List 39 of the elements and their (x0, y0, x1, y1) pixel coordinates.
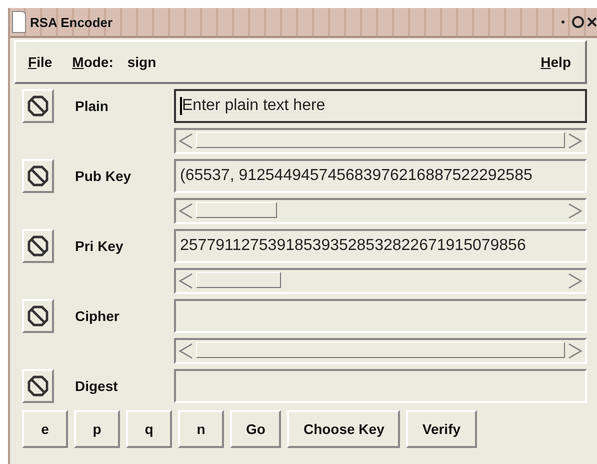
field-label: Plain (74, 98, 110, 114)
maximize-icon[interactable] (571, 15, 585, 29)
action-button[interactable]: Choose Key (287, 410, 400, 448)
close-icon[interactable] (587, 16, 597, 28)
help-menu[interactable]: Help (540, 54, 571, 70)
document-icon (12, 11, 26, 33)
clear-button[interactable] (22, 299, 54, 333)
field-label: Cipher (74, 308, 120, 324)
text-field[interactable]: (65537, 912544945745683976216887522292585 (174, 159, 587, 193)
prohibited-icon (27, 375, 49, 397)
horizontal-scrollbar[interactable] (174, 268, 587, 294)
action-button[interactable]: Go (230, 410, 282, 448)
prohibited-icon (27, 235, 49, 257)
text-field[interactable]: 257791127539185393528532822671915079856 (174, 229, 587, 263)
field-label: Digest (74, 378, 119, 394)
text-field[interactable] (174, 369, 587, 403)
action-button[interactable]: p (74, 410, 120, 448)
horizontal-scrollbar[interactable] (174, 198, 587, 224)
action-button[interactable]: n (178, 410, 224, 448)
clear-button[interactable] (22, 89, 54, 123)
menu-item[interactable]: File (28, 54, 52, 70)
window-title: RSA Encoder (30, 14, 113, 30)
clear-button[interactable] (22, 369, 54, 403)
action-button[interactable]: q (126, 410, 172, 448)
prohibited-icon (27, 165, 49, 187)
field-label: Pri Key (74, 238, 124, 254)
text-field[interactable] (174, 299, 587, 333)
action-button[interactable]: Verify (406, 410, 477, 448)
clear-button[interactable] (22, 159, 54, 193)
mode-value: sign (127, 54, 156, 70)
horizontal-scrollbar[interactable] (174, 338, 587, 364)
field-label: Pub Key (74, 168, 132, 184)
prohibited-icon (27, 95, 49, 117)
action-button[interactable]: e (22, 410, 68, 448)
clear-button[interactable] (22, 229, 54, 263)
prohibited-icon (27, 305, 49, 327)
menu-item[interactable]: Mode: (72, 54, 114, 70)
horizontal-scrollbar[interactable] (174, 128, 587, 154)
text-field[interactable]: Enter plain text here (174, 89, 587, 123)
